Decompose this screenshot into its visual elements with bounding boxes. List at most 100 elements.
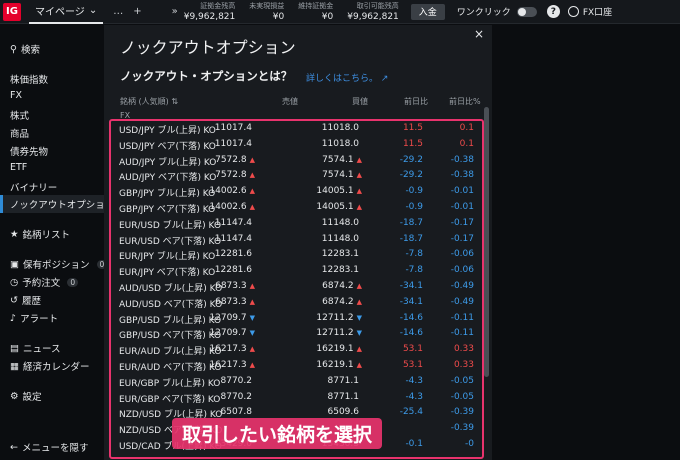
help-icon[interactable]: ?	[546, 5, 560, 18]
table-row[interactable]: GBP/USD ブル(上昇) KO 12709.7 ▼ 12711.2 ▼ -14.…	[112, 311, 480, 327]
scrollbar[interactable]	[484, 107, 489, 377]
buy-price[interactable]: 6874.2 ▲	[322, 297, 362, 307]
tick-arrow-icon: ▲	[356, 171, 362, 180]
sidebar-item-knockout[interactable]: ノックアウトオプション	[0, 195, 114, 213]
sidebar-item-indices[interactable]: 株価指数	[10, 72, 48, 86]
buy-price[interactable]: 12711.2 ▼	[316, 313, 362, 323]
sell-price[interactable]: 8770.2	[221, 376, 256, 386]
sell-price[interactable]: 6507.8	[221, 407, 256, 417]
change-value: -18.7	[399, 217, 423, 228]
table-row[interactable]: AUD/USD ベア(下落) KO 6873.3 ▲ 6874.2 ▲ -34.1 …	[112, 295, 480, 311]
buy-price[interactable]: 12711.2 ▼	[316, 328, 362, 338]
tab-my-page[interactable]: マイページ ⌄	[29, 0, 104, 24]
table-row[interactable]: AUD/JPY ベア(下落) KO 7572.8 ▲ 7574.1 ▲ -29.2 …	[112, 168, 480, 184]
sidebar-history[interactable]: ↺ 履歴	[10, 293, 41, 308]
instrument-name: GBP/JPY ベア(下落) KO	[119, 204, 216, 215]
buy-price[interactable]: 8771.1	[328, 392, 363, 402]
change-value: -29.2	[399, 170, 423, 181]
sell-price[interactable]: 12709.7 ▼	[209, 328, 255, 338]
buy-price[interactable]: 7574.1 ▲	[322, 155, 362, 165]
deposit-button[interactable]: 入金	[410, 3, 445, 20]
column-sell: 売値	[282, 97, 298, 106]
table-row[interactable]: GBP/USD ベア(下落) KO 12709.7 ▼ 12711.2 ▼ -14.…	[112, 326, 480, 342]
sell-price[interactable]: 8770.2	[221, 392, 256, 402]
buy-price[interactable]: 6509.6	[328, 407, 363, 417]
change-pct-value: 0.33	[453, 344, 474, 355]
table-row[interactable]: GBP/JPY ベア(下落) KO 14002.6 ▲ 14005.1 ▲ -0.9…	[112, 200, 480, 216]
sell-price[interactable]: 11017.4	[215, 139, 255, 149]
table-row[interactable]: USD/JPY ベア(下落) KO 11017.4 11018.0 11.5 0…	[112, 137, 480, 153]
sell-price[interactable]: 16217.3 ▲	[209, 360, 255, 370]
instrument-name: EUR/GBP ブル(上昇) KO	[119, 378, 221, 389]
table-row[interactable]: EUR/AUD ブル(上昇) KO 16217.3 ▲ 16219.1 ▲ 53.1…	[112, 342, 480, 358]
close-icon[interactable]: ×	[474, 27, 484, 41]
table-row[interactable]: EUR/AUD ベア(下落) KO 16217.3 ▲ 16219.1 ▲ 53.1…	[112, 358, 480, 374]
sidebar-item-binary[interactable]: バイナリー	[10, 180, 57, 194]
sidebar-item-etf[interactable]: ETF	[10, 162, 27, 173]
buy-price[interactable]: 11018.0	[322, 139, 362, 149]
sell-price[interactable]: 14002.6 ▲	[209, 186, 255, 196]
sidebar-item-commodities[interactable]: 商品	[10, 126, 29, 140]
table-row[interactable]: GBP/JPY ブル(上昇) KO 14002.6 ▲ 14005.1 ▲ -0.9…	[112, 184, 480, 200]
table-row[interactable]: EUR/JPY ベア(下落) KO 12281.6 12283.1 -7.8 -…	[112, 263, 480, 279]
sell-price[interactable]: 6873.3 ▲	[215, 297, 255, 307]
buy-price[interactable]: 8771.1	[328, 376, 363, 386]
table-row[interactable]: AUD/USD ブル(上昇) KO 6873.3 ▲ 6874.2 ▲ -34.1 …	[112, 279, 480, 295]
table-row[interactable]: EUR/USD ベア(下落) KO 11147.4 11148.0 -18.7 …	[112, 232, 480, 248]
sidebar-hide-menu[interactable]: ← メニューを隠す	[10, 440, 88, 455]
table-row[interactable]: EUR/GBP ベア(下落) KO 8770.2 8771.1 -4.3 -0.…	[112, 390, 480, 406]
buy-price[interactable]: 12283.1	[322, 249, 362, 259]
ig-logo[interactable]: IG	[3, 2, 21, 21]
buy-price[interactable]: 14005.1 ▲	[316, 186, 362, 196]
buy-price[interactable]: 16219.1 ▲	[316, 360, 362, 370]
sell-price[interactable]: 16217.3 ▲	[209, 344, 255, 354]
buy-price[interactable]: 6874.2 ▲	[322, 281, 362, 291]
sell-price[interactable]: 12281.6	[215, 265, 255, 275]
change-pct-value: -0.11	[450, 328, 474, 339]
change-pct-value: 0.1	[459, 123, 474, 133]
sell-price[interactable]: 6873.3 ▲	[215, 281, 255, 291]
table-row[interactable]: EUR/USD ブル(上昇) KO 11147.4 11148.0 -18.7 …	[112, 216, 480, 232]
account-selector[interactable]: FX口座	[567, 5, 612, 18]
instrument-name: AUD/JPY ベア(下落) KO	[119, 173, 217, 184]
sidebar-item-bond-futures[interactable]: 債券先物	[10, 144, 48, 158]
more-icon[interactable]: …	[113, 6, 123, 17]
sell-price[interactable]: 12709.7 ▼	[209, 313, 255, 323]
instrument-name: EUR/GBP ベア(下落) KO	[119, 394, 221, 405]
sell-price[interactable]: 7572.8 ▲	[215, 170, 255, 180]
sidebar-watchlist[interactable]: ★ 銘柄リスト	[10, 227, 70, 242]
buy-price[interactable]: 11148.0	[322, 234, 362, 244]
tick-arrow-icon: ▼	[249, 313, 255, 322]
change-value: -34.1	[399, 296, 423, 307]
sell-price[interactable]: 12281.6	[215, 249, 255, 259]
sidebar-positions[interactable]: ▣ 保有ポジション 0	[10, 257, 108, 271]
more-info-link[interactable]: 詳しくはこちら。 ↗	[306, 71, 388, 84]
table-row[interactable]: EUR/JPY ブル(上昇) KO 12281.6 12283.1 -7.8 -…	[112, 247, 480, 263]
sell-price[interactable]: 14002.6 ▲	[209, 202, 255, 212]
column-name[interactable]: 銘柄 (人気順) ⇅	[120, 96, 178, 107]
sidebar-orders[interactable]: ◷ 予約注文 0	[10, 275, 79, 289]
sell-price[interactable]: 7572.8 ▲	[215, 155, 255, 165]
table-row[interactable]: AUD/JPY ブル(上昇) KO 7572.8 ▲ 7574.1 ▲ -29.2 …	[112, 153, 480, 169]
table-row[interactable]: USD/JPY ブル(上昇) KO 11017.4 11018.0 11.5 0…	[112, 121, 480, 137]
sidebar-item-stocks[interactable]: 株式	[10, 108, 29, 122]
buy-price[interactable]: 7574.1 ▲	[322, 170, 362, 180]
sell-price[interactable]: 11147.4	[215, 234, 255, 244]
sidebar-alerts[interactable]: ♪ アラート	[10, 311, 58, 326]
buy-price[interactable]: 12283.1	[322, 265, 362, 275]
sidebar-search[interactable]: ⚲ 検索	[10, 42, 40, 57]
sidebar-item-fx[interactable]: FX	[10, 90, 22, 101]
buy-price[interactable]: 14005.1 ▲	[316, 202, 362, 212]
sidebar-news[interactable]: ▤ ニュース	[10, 341, 61, 356]
sidebar-settings[interactable]: ⚙ 設定	[10, 389, 42, 404]
oneclick-toggle[interactable]	[516, 6, 537, 17]
add-tab-icon[interactable]: +	[133, 6, 141, 17]
sell-price[interactable]: 11147.4	[215, 218, 255, 228]
buy-price[interactable]: 11018.0	[322, 123, 362, 133]
expand-icon[interactable]: »	[172, 6, 178, 17]
buy-price[interactable]: 16219.1 ▲	[316, 344, 362, 354]
sell-price[interactable]: 11017.4	[215, 123, 255, 133]
buy-price[interactable]: 11148.0	[322, 218, 362, 228]
table-row[interactable]: EUR/GBP ブル(上昇) KO 8770.2 8771.1 -4.3 -0.…	[112, 374, 480, 390]
sidebar-calendar[interactable]: ▦ 経済カレンダー	[10, 359, 90, 374]
